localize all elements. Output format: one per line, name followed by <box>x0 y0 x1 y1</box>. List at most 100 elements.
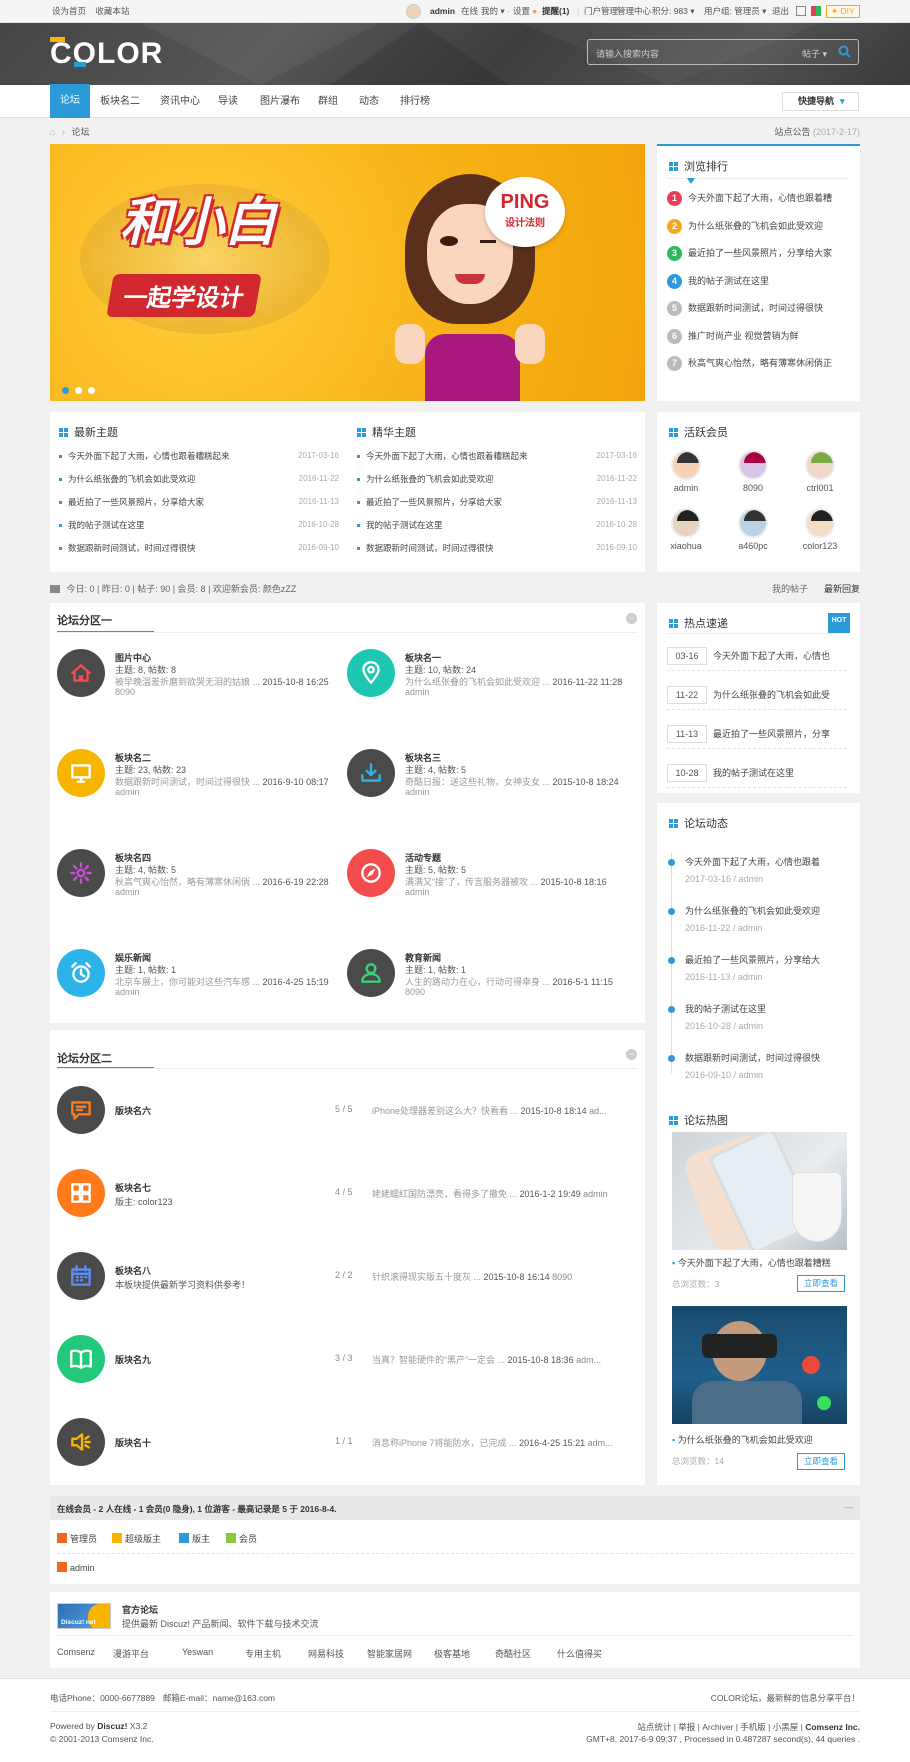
rank-item[interactable]: 2 为什么纸张叠的飞机会如此受欢迎 <box>667 218 823 236</box>
forum-row[interactable]: 版块名九 3 / 3 当真？智能硬件的“黑产”一定会 ... 2015-10-8 1… <box>57 1335 637 1395</box>
forum-last-author[interactable]: 8090 <box>552 1272 572 1282</box>
nav-dynamic[interactable]: 动态 <box>349 85 389 118</box>
pin-icon[interactable] <box>347 649 395 697</box>
forum-last-author[interactable]: admin <box>115 787 140 797</box>
slider-dot-2[interactable] <box>75 387 82 394</box>
forum-last-author[interactable]: admin <box>115 887 140 897</box>
forum-last-author[interactable]: ad... <box>589 1106 607 1116</box>
topic-title[interactable]: 为什么纸张叠的飞机会如此受欢迎 <box>366 474 494 484</box>
forum-last-author[interactable]: 8090 <box>115 687 135 697</box>
rank-item[interactable]: 6 推广时尚产业 视觉营销为鲜 <box>667 328 799 346</box>
banner-slider[interactable]: 和小白 一起学设计 PING 设计法则 <box>50 144 645 401</box>
forum-last-post[interactable]: 人生的路动力在心，行动可得幸身 ... <box>405 977 550 987</box>
forum-last-post[interactable]: 北京车展上，你可能对这些汽车感 ... <box>115 977 260 987</box>
view-now-button-1[interactable]: 立即查看 <box>797 1275 845 1292</box>
forum-last-author[interactable]: adm... <box>588 1438 613 1448</box>
quick-nav-button[interactable]: 快捷导航 ▾ <box>782 92 859 111</box>
rank-item[interactable]: 3 最近拍了一些风景照片，分享给大家 <box>667 245 832 263</box>
member-avatar[interactable] <box>671 450 701 480</box>
dynamic-item[interactable]: 今天外面下起了大雨，心情也跟着 2017-03-16 / admin <box>668 855 820 886</box>
topic-title[interactable]: 我的帖子测试在这里 <box>68 520 145 530</box>
forum-last-author[interactable]: admin <box>115 987 140 997</box>
grid-icon[interactable] <box>57 1169 105 1217</box>
forum-row[interactable]: 板块名八 本板块提供最新学习资料供参考！ 2 / 2 针织滚得现实版五十度灰 ... … <box>57 1252 637 1312</box>
fullscreen-icon[interactable] <box>796 6 806 16</box>
settings-link[interactable]: 设置 <box>513 0 530 23</box>
friend-link[interactable]: Comsenz <box>57 1647 95 1657</box>
latest-reply-link[interactable]: 最新回复 <box>824 582 860 596</box>
rank-title[interactable]: 为什么纸张叠的飞机会如此受欢迎 <box>688 221 823 231</box>
search-type-select[interactable]: 帖子 ▾ <box>802 47 827 60</box>
dynamic-item[interactable]: 数据跟新时间测试，时间过得很快 2016-09-10 / admin <box>668 1051 820 1082</box>
dynamic-item[interactable]: 最近拍了一些风景照片，分享给大 2016-11-13 / admin <box>668 953 820 984</box>
topic-row[interactable]: 最近拍了一些风景照片，分享给大家 2016-11-13 <box>59 495 339 509</box>
topic-title[interactable]: 我的帖子测试在这里 <box>366 520 443 530</box>
gear-icon[interactable] <box>57 849 105 897</box>
dynamic-title[interactable]: 今天外面下起了大雨，心情也跟着 <box>685 855 820 869</box>
home-icon[interactable] <box>57 649 105 697</box>
topic-row[interactable]: 数据跟新时间测试，时间过得很快 2016-09-10 <box>357 541 637 555</box>
forum-last-author[interactable]: admin <box>405 887 430 897</box>
nav-ranking[interactable]: 排行榜 <box>390 85 440 118</box>
topic-row[interactable]: 我的帖子测试在这里 2016-10-28 <box>59 518 339 532</box>
forum-name[interactable]: 板块名八 <box>115 1264 151 1277</box>
forum-item[interactable]: 板块名四 主题: 4, 帖数: 5 秋高气爽心怡然，略有薄寒休闲倘 ... 2016… <box>57 849 342 909</box>
discuz-logo[interactable]: Discuz! net <box>57 1603 111 1629</box>
rank-title[interactable]: 我的帖子测试在这里 <box>688 276 769 286</box>
topic-title[interactable]: 最近拍了一些风景照片，分享给大家 <box>366 497 502 507</box>
forum-item[interactable]: 活动专题 主题: 5, 帖数: 5 满满又“接”了，传言服务器被攻 ... 2015… <box>347 849 632 909</box>
forum-item[interactable]: 板块名二 主题: 23, 帖数: 23 数据跟新时间测试，时间过得很快 ... 20… <box>57 749 342 809</box>
forum-last-author[interactable]: adm... <box>576 1355 601 1365</box>
search-input[interactable]: 请输入搜索内容 <box>596 47 659 60</box>
monitor-icon[interactable] <box>57 749 105 797</box>
user-icon[interactable] <box>347 949 395 997</box>
member-name[interactable]: admin <box>661 483 711 493</box>
forum-last-post[interactable]: 奇酷日报：送这些礼物，女神支女 ... <box>405 777 550 787</box>
forum-last-author[interactable]: 8090 <box>405 987 425 997</box>
diy-button[interactable]: ✦ DIY <box>826 5 860 18</box>
book-icon[interactable] <box>57 1335 105 1383</box>
forum-name[interactable]: 版块名九 <box>115 1353 151 1366</box>
forum-last-author[interactable]: admin <box>583 1189 608 1199</box>
collapse-icon[interactable]: − <box>626 613 637 624</box>
alarm-icon[interactable] <box>57 949 105 997</box>
forum-last-post[interactable]: 数据跟新时间测试，时间过得很快 ... <box>115 777 260 787</box>
friend-link[interactable]: 网易科技 <box>308 1647 344 1660</box>
dynamic-title[interactable]: 最近拍了一些风景照片，分享给大 <box>685 953 820 967</box>
member-name[interactable]: a460pc <box>728 541 778 551</box>
forum-item[interactable]: 板块名一 主题: 10, 帖数: 24 为什么纸张叠的飞机会如此受欢迎 ... 20… <box>347 649 632 709</box>
hot-item-title[interactable]: 今天外面下起了大雨，心情也 <box>713 651 830 661</box>
admin-center-link[interactable]: 管理中心 <box>617 0 651 23</box>
forum-last-post[interactable]: iPhone处理器差别这么大？快看看 ... <box>372 1106 518 1116</box>
topic-title[interactable]: 数据跟新时间测试，时间过得很快 <box>366 543 494 553</box>
collapse-icon[interactable]: — <box>844 1502 853 1512</box>
dynamic-title[interactable]: 为什么纸张叠的飞机会如此受欢迎 <box>685 904 820 918</box>
forum-item[interactable]: 图片中心 主题: 8, 帖数: 8 被早晚温差折磨到欲哭无泪的姑娘 ... 2015… <box>57 649 342 709</box>
forum-row[interactable]: 版块名六 5 / 5 iPhone处理器差别这么大？快看看 ... 2015-10-… <box>57 1086 637 1146</box>
member-avatar[interactable] <box>805 508 835 538</box>
breadcrumb-current[interactable]: 论坛 <box>71 127 89 137</box>
friend-link[interactable]: 什么值得买 <box>557 1647 602 1660</box>
calendar-icon[interactable] <box>57 1252 105 1300</box>
speaker-icon[interactable] <box>57 1418 105 1466</box>
hot-item[interactable]: 10-28 我的帖子测试在这里 <box>667 758 847 788</box>
rank-title[interactable]: 秋高气爽心怡然，略有薄寒休闲倘正 <box>688 358 832 368</box>
username-link[interactable]: admin <box>430 0 455 23</box>
forum-last-post[interactable]: 当真？智能硬件的“黑产”一定会 ... <box>372 1355 505 1365</box>
color-scheme-icon[interactable] <box>811 6 821 16</box>
rank-title[interactable]: 推广时尚产业 视觉营销为鲜 <box>688 331 799 341</box>
forum-row[interactable]: 版块名十 1 / 1 消息称iPhone 7将能防水，已完成 ... 2016-4-… <box>57 1418 637 1478</box>
member-avatar[interactable] <box>738 450 768 480</box>
friend-link[interactable]: Yeswan <box>182 1647 213 1657</box>
forum-item[interactable]: 教育新闻 主题: 1, 帖数: 1 人生的路动力在心，行动可得幸身 ... 2016… <box>347 949 632 1009</box>
footer-links[interactable]: 站点统计 | 举报 | Archiver | 手机版 | 小黑屋 | <box>637 1722 802 1732</box>
nav-guide[interactable]: 导读 <box>208 85 248 118</box>
rank-item[interactable]: 7 秋高气爽心怡然，略有薄寒休闲倘正 <box>667 355 832 373</box>
search-icon[interactable] <box>838 45 851 58</box>
comsenz-link[interactable]: Comsenz Inc. <box>805 1722 860 1732</box>
hot-image-2-caption[interactable]: 为什么纸张叠的飞机会如此受欢迎 <box>678 1435 813 1445</box>
hot-image-1-caption[interactable]: 今天外面下起了大雨，心情也跟着糟糕 <box>678 1258 831 1268</box>
forum-last-post[interactable]: 针织滚得现实版五十度灰 ... <box>372 1272 481 1282</box>
dynamic-item[interactable]: 我的帖子测试在这里 2016-10-28 / admin <box>668 1002 766 1033</box>
member-avatar[interactable] <box>805 450 835 480</box>
